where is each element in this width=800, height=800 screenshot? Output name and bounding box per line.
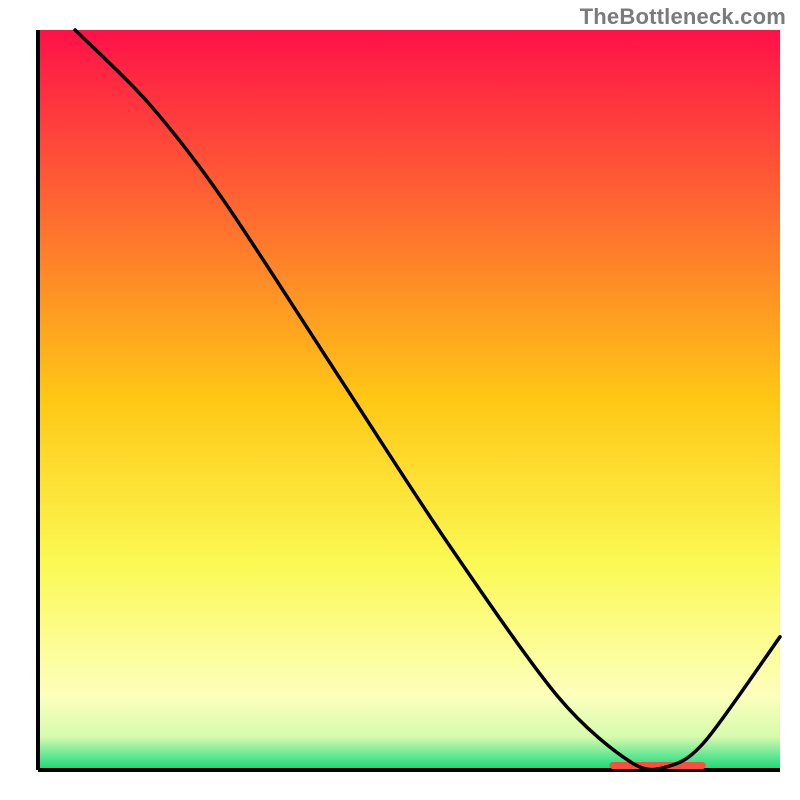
chart-background [38, 30, 780, 770]
bottleneck-chart [0, 0, 800, 800]
watermark-text: TheBottleneck.com [580, 4, 786, 30]
